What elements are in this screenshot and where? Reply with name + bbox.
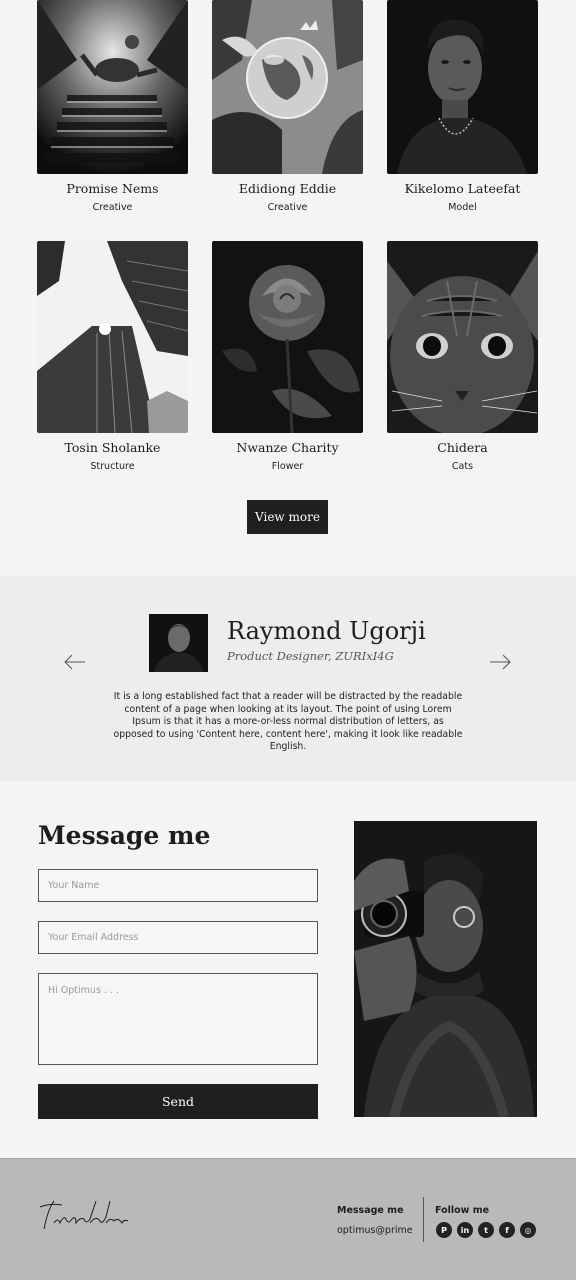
skyscrapers-photo xyxy=(37,241,188,433)
testimonial-name: Raymond Ugorji xyxy=(227,617,426,645)
footer-email-link[interactable]: optimus@prime xyxy=(337,1225,413,1236)
instagram-icon[interactable]: ◎ xyxy=(520,1222,536,1238)
cat-photo xyxy=(387,241,538,433)
contact-title: Message me xyxy=(38,821,211,850)
testimonial-role: Product Designer, ZURIxI4G xyxy=(227,649,394,663)
arrow-right-icon[interactable] xyxy=(489,654,511,670)
view-more-button[interactable]: View more xyxy=(247,500,328,534)
footer-divider xyxy=(423,1197,424,1242)
card-role: Creative xyxy=(92,202,133,213)
social-links: P in t f ◎ xyxy=(436,1222,536,1238)
glass-globe-photo xyxy=(212,0,363,174)
card-role: Model xyxy=(448,202,477,213)
woman-portrait-photo xyxy=(387,0,538,174)
gallery-card[interactable]: Tosin Sholanke Structure xyxy=(37,241,188,472)
card-name: Chidera xyxy=(437,440,488,455)
email-field[interactable] xyxy=(38,921,318,954)
rose-photo xyxy=(212,241,363,433)
contact-section: Message me Send xyxy=(0,781,576,1158)
gallery-section: Promise Nems Creative Edidiong Eddie Cre… xyxy=(0,0,576,576)
card-name: Nwanze Charity xyxy=(236,440,339,455)
card-role: Creative xyxy=(267,202,308,213)
card-name: Promise Nems xyxy=(66,181,159,196)
twitter-icon[interactable]: t xyxy=(478,1222,494,1238)
card-role: Cats xyxy=(451,461,474,472)
gallery-card[interactable]: Kikelomo Lateefat Model xyxy=(387,0,538,213)
card-role: Flower xyxy=(271,461,304,472)
message-field[interactable] xyxy=(38,973,318,1065)
footer-follow-title: Follow me xyxy=(435,1205,490,1216)
card-name: Tosin Sholanke xyxy=(64,440,161,455)
card-name: Kikelomo Lateefat xyxy=(404,181,521,196)
photographer-photo xyxy=(354,821,537,1117)
avatar xyxy=(149,614,208,672)
linkedin-icon[interactable]: in xyxy=(457,1222,473,1238)
gallery-card[interactable]: Nwanze Charity Flower xyxy=(212,241,363,472)
arrow-left-icon[interactable] xyxy=(64,654,86,670)
send-button[interactable]: Send xyxy=(38,1084,318,1119)
pinterest-icon[interactable]: P xyxy=(436,1222,452,1238)
card-name: Edidiong Eddie xyxy=(238,181,337,196)
facebook-icon[interactable]: f xyxy=(499,1222,515,1238)
gallery-card[interactable]: Promise Nems Creative xyxy=(37,0,188,213)
logo[interactable] xyxy=(38,1195,130,1237)
gallery-card[interactable]: Edidiong Eddie Creative xyxy=(212,0,363,213)
footer-message-title: Message me xyxy=(337,1205,404,1216)
testimonial-section: Raymond Ugorji Product Designer, ZURIxI4… xyxy=(0,576,576,781)
card-role: Structure xyxy=(90,461,135,472)
name-field[interactable] xyxy=(38,869,318,902)
footer: Message me optimus@prime Follow me P in … xyxy=(0,1158,576,1280)
testimonial-quote: It is a long established fact that a rea… xyxy=(113,691,463,752)
gallery-card[interactable]: Chidera Cats xyxy=(387,241,538,472)
staircase-photo xyxy=(37,0,188,174)
